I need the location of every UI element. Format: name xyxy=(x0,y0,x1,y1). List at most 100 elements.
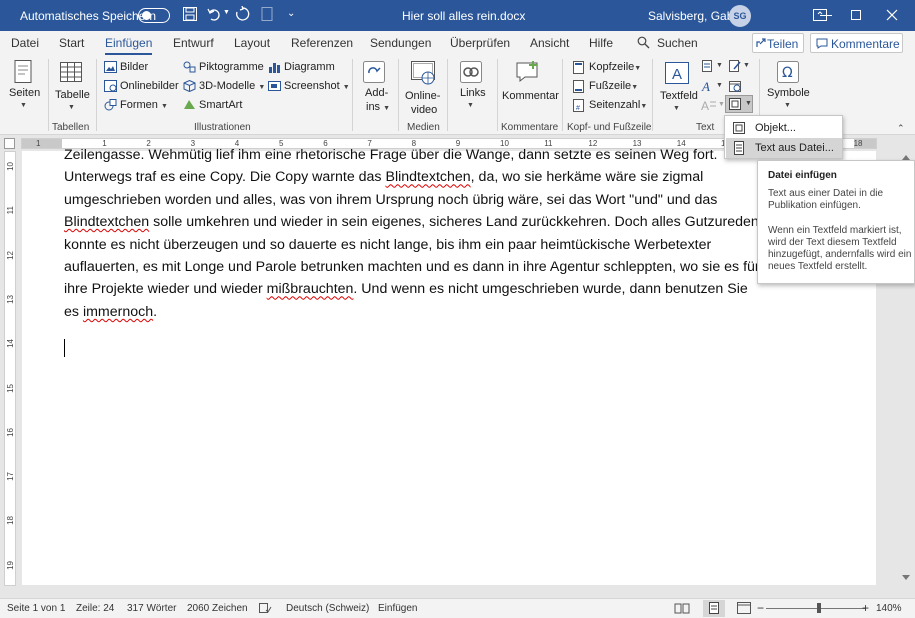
quick-parts-icon[interactable] xyxy=(701,59,715,73)
avatar[interactable]: SG xyxy=(729,5,751,27)
maximize-button[interactable] xyxy=(848,7,864,23)
online-video-line2[interactable]: video xyxy=(411,104,437,116)
tab-ansicht[interactable]: Ansicht xyxy=(530,36,569,50)
footer-button[interactable]: Fußzeile▼ xyxy=(589,80,638,92)
textbox-icon[interactable]: A xyxy=(664,61,690,85)
status-chars[interactable]: 2060 Zeichen xyxy=(187,603,248,614)
misspelled-word[interactable]: Blindtextchen xyxy=(64,214,149,230)
proofing-icon[interactable] xyxy=(258,602,272,614)
quick-parts-dropdown-icon[interactable]: ▼ xyxy=(716,62,723,69)
tab-hilfe[interactable]: Hilfe xyxy=(589,36,613,50)
table-dropdown-icon[interactable]: ▼ xyxy=(68,104,75,111)
tab-entwurf[interactable]: Entwurf xyxy=(173,36,214,50)
status-language[interactable]: Deutsch (Schweiz) xyxy=(286,603,369,614)
omega-icon[interactable]: Ω xyxy=(776,60,800,84)
signature-line-icon[interactable] xyxy=(728,59,742,73)
smartart-button[interactable]: SmartArt xyxy=(199,99,242,111)
online-video-icon[interactable] xyxy=(410,60,436,86)
pages-icon[interactable] xyxy=(12,59,34,85)
misspelled-word[interactable]: Blindtextchen xyxy=(385,169,470,185)
undo-icon[interactable] xyxy=(206,6,224,24)
vertical-ruler[interactable]: 10 11 12 13 14 15 16 17 18 19 xyxy=(4,151,16,586)
zoom-out-icon[interactable]: − xyxy=(757,601,764,615)
zoom-slider-thumb[interactable] xyxy=(817,603,821,613)
misspelled-word[interactable]: immernoch xyxy=(83,304,153,320)
link-icon[interactable] xyxy=(459,60,483,84)
symbols-dropdown-icon[interactable]: ▼ xyxy=(784,102,791,109)
close-button[interactable] xyxy=(884,7,900,23)
addins-button-line2[interactable]: ins ▼ xyxy=(366,101,390,113)
tab-start[interactable]: Start xyxy=(59,36,84,50)
separator xyxy=(96,59,97,131)
wordart-icon[interactable]: A xyxy=(701,79,715,93)
misspelled-word[interactable]: mißbrauchten xyxy=(267,281,354,297)
document-icon[interactable] xyxy=(259,6,277,24)
textbox-dropdown-icon[interactable]: ▼ xyxy=(673,105,680,112)
tab-layout[interactable]: Layout xyxy=(234,36,270,50)
comments-button[interactable]: Kommentare xyxy=(810,33,903,53)
minimize-button[interactable] xyxy=(818,7,834,23)
search-box[interactable]: Suchen xyxy=(657,36,698,50)
object-button[interactable]: ▼ xyxy=(725,95,753,113)
customize-qat-icon[interactable]: ⌄ xyxy=(287,8,295,19)
document-paragraph[interactable]: Zeilengasse. Wehmütig lief ihm eine rhet… xyxy=(64,144,764,323)
print-layout-button[interactable] xyxy=(703,600,725,617)
menu-item-text-from-file[interactable]: Text aus Datei... xyxy=(726,138,842,158)
menu-item-object[interactable]: Objekt... xyxy=(726,118,842,138)
drop-cap-icon[interactable]: A xyxy=(701,98,717,112)
tab-ueberpruefen[interactable]: Überprüfen xyxy=(450,36,510,50)
object-dropdown-icon[interactable]: ▼ xyxy=(745,100,752,107)
links-button[interactable]: Links xyxy=(460,87,486,99)
3d-models-button[interactable]: 3D-Modelle ▼ xyxy=(199,80,265,92)
tab-selector[interactable] xyxy=(4,138,15,149)
icons-button[interactable]: Piktogramme xyxy=(199,61,264,73)
header-button[interactable]: Kopfzeile▼ xyxy=(589,61,641,73)
undo-dropdown-icon[interactable]: ▼ xyxy=(223,9,230,16)
zoom-slider-track[interactable] xyxy=(766,608,866,609)
shapes-button[interactable]: Formen ▼ xyxy=(120,99,168,111)
online-video-line1[interactable]: Online- xyxy=(405,90,440,102)
screenshot-button[interactable]: Screenshot ▼ xyxy=(284,80,350,92)
tab-sendungen[interactable]: Sendungen xyxy=(370,36,431,50)
status-page[interactable]: Seite 1 von 1 xyxy=(7,603,65,614)
new-comment-button[interactable]: Kommentar xyxy=(502,90,559,102)
zoom-in-icon[interactable]: + xyxy=(862,601,869,615)
status-line[interactable]: Zeile: 24 xyxy=(76,603,114,614)
symbols-button[interactable]: Symbole xyxy=(767,87,810,99)
chart-button[interactable]: Diagramm xyxy=(284,61,335,73)
pages-dropdown-icon[interactable]: ▼ xyxy=(20,102,27,109)
tab-referenzen[interactable]: Referenzen xyxy=(291,36,353,50)
status-words[interactable]: 317 Wörter xyxy=(127,603,176,614)
separator xyxy=(497,59,498,131)
read-mode-icon[interactable] xyxy=(674,602,690,614)
addins-button-line1[interactable]: Add- xyxy=(365,87,388,99)
status-mode[interactable]: Einfügen xyxy=(378,603,417,614)
new-comment-icon[interactable] xyxy=(515,60,541,84)
share-button[interactable]: Teilen xyxy=(752,33,804,53)
textbox-button[interactable]: Textfeld xyxy=(660,90,698,102)
zoom-level[interactable]: 140% xyxy=(876,603,902,614)
wordart-dropdown-icon[interactable]: ▼ xyxy=(716,82,723,89)
scroll-down-icon[interactable] xyxy=(902,575,910,580)
signature-line-dropdown-icon[interactable]: ▼ xyxy=(743,62,750,69)
page-number-button[interactable]: Seitenzahl▼ xyxy=(589,99,647,111)
redo-icon[interactable] xyxy=(234,6,252,24)
autosave-toggle[interactable] xyxy=(138,8,170,23)
user-name[interactable]: Salvisberg, Gaby xyxy=(648,9,739,23)
save-icon[interactable] xyxy=(182,6,200,24)
toggle-knob xyxy=(142,11,151,20)
addins-icon[interactable] xyxy=(362,60,386,84)
table-button[interactable]: Tabelle xyxy=(55,89,90,101)
tab-datei[interactable]: Datei xyxy=(11,36,39,50)
date-time-icon[interactable] xyxy=(728,79,742,93)
web-layout-icon[interactable] xyxy=(737,602,751,614)
tab-einfuegen[interactable]: Einfügen xyxy=(105,36,153,56)
links-dropdown-icon[interactable]: ▼ xyxy=(467,102,474,109)
table-icon[interactable] xyxy=(59,61,83,83)
pictures-button[interactable]: Bilder xyxy=(120,61,148,73)
collapse-ribbon-icon[interactable]: ⌃ xyxy=(897,123,905,134)
pages-button[interactable]: Seiten xyxy=(9,87,40,99)
drop-cap-dropdown-icon[interactable]: ▼ xyxy=(718,101,725,108)
page[interactable]: Zeilengasse. Wehmütig lief ihm eine rhet… xyxy=(22,147,876,585)
online-pictures-button[interactable]: Onlinebilder xyxy=(120,80,179,92)
